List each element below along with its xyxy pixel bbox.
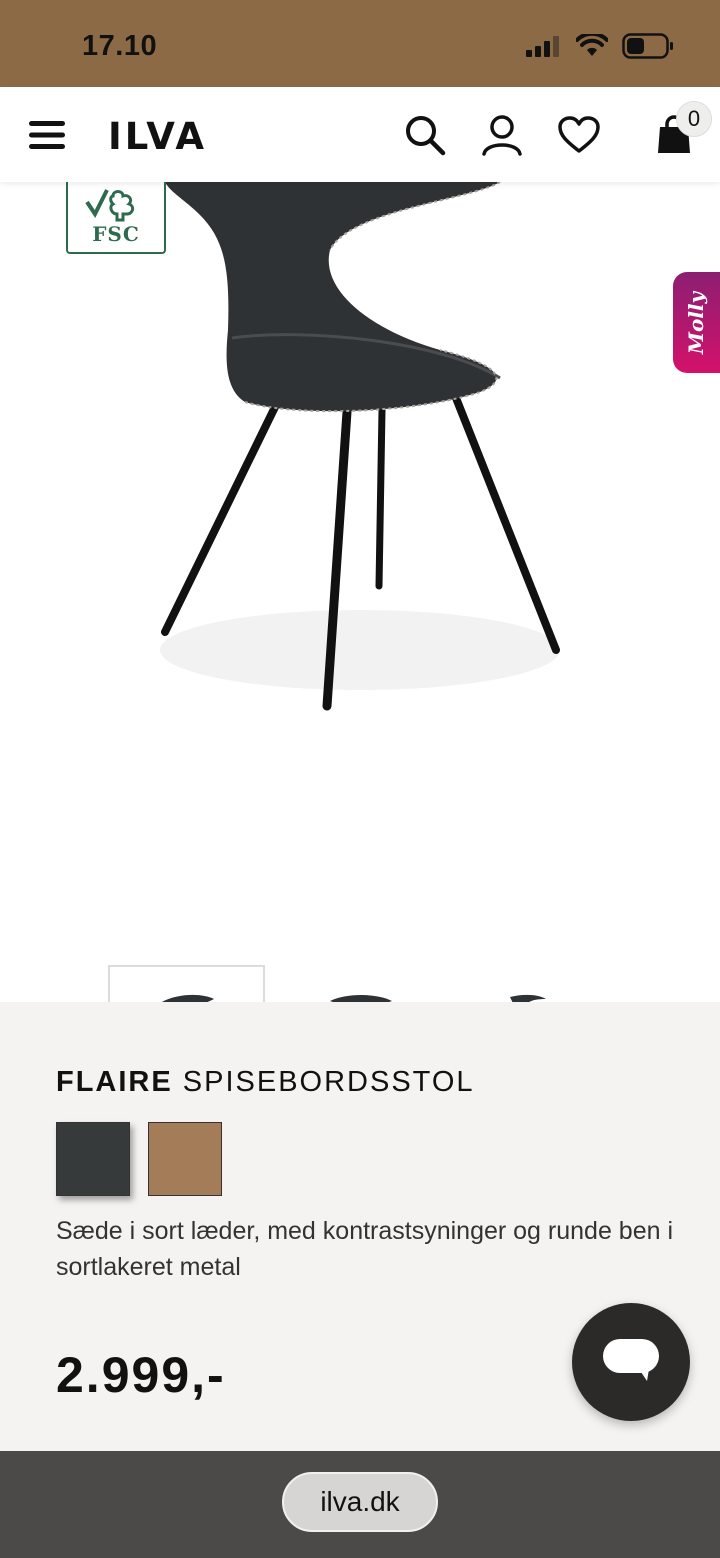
- molly-label: Molly: [684, 291, 709, 354]
- wifi-icon: [576, 34, 608, 56]
- site-header: ILVA: [0, 87, 720, 182]
- search-icon[interactable]: [402, 87, 448, 182]
- product-brand: FLAIRE: [56, 1066, 173, 1098]
- chat-bubble-icon: [603, 1339, 659, 1381]
- thumbnail-front[interactable]: [108, 965, 265, 1002]
- thumbnail-back[interactable]: [282, 965, 439, 1002]
- status-bar: 17.10: [0, 0, 720, 87]
- tree-checkmark-icon: [85, 189, 135, 222]
- swatch-black[interactable]: [56, 1122, 130, 1196]
- product-name: SPISEBORDSSTOL: [182, 1066, 475, 1098]
- product-description: Sæde i sort læder, med kontrastsyninger …: [56, 1217, 674, 1281]
- status-time: 17.10: [82, 30, 158, 62]
- ilva-logo[interactable]: ILVA: [108, 115, 207, 158]
- molly-assistant-tab[interactable]: Molly: [673, 272, 720, 373]
- product-image-area: [0, 182, 720, 1002]
- fsc-certification-badge: FSC: [66, 182, 166, 254]
- cart-count-badge[interactable]: 0: [676, 101, 712, 137]
- swatch-cognac[interactable]: [148, 1122, 222, 1196]
- chair-thumbnail-icon: [160, 994, 214, 1002]
- chair-image[interactable]: [0, 182, 720, 782]
- fsc-label: FSC: [92, 222, 140, 246]
- account-icon[interactable]: [479, 87, 525, 182]
- product-title: FLAIRE SPISEBORDSSTOL: [56, 1066, 475, 1099]
- product-price: 2.999,-: [56, 1347, 226, 1403]
- signal-icon: [526, 36, 559, 57]
- url-bar[interactable]: ilva.dk: [282, 1472, 438, 1532]
- thumbnail-side[interactable]: [456, 965, 613, 1002]
- status-icons: [526, 33, 674, 59]
- wishlist-heart-icon[interactable]: [556, 87, 602, 182]
- menu-icon[interactable]: [24, 87, 70, 182]
- chat-button[interactable]: [572, 1303, 690, 1421]
- chair-thumbnail-icon: [509, 994, 546, 1002]
- battery-icon: [622, 33, 673, 59]
- chair-thumbnail-icon: [329, 994, 392, 1002]
